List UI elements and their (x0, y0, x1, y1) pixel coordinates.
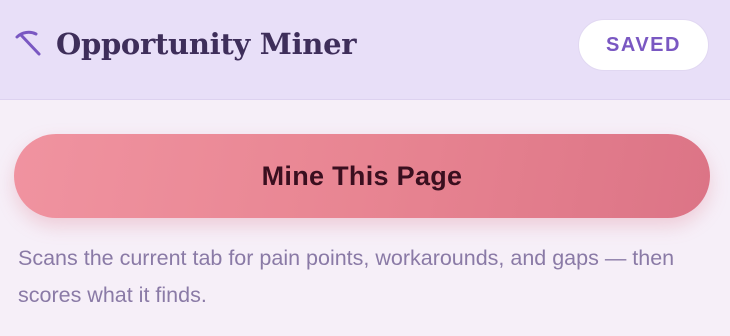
feature-description: Scans the current tab for pain points, w… (18, 246, 675, 307)
app-header: Opportunity Miner SAVED (0, 0, 730, 100)
saved-status-badge: SAVED (578, 19, 709, 71)
mine-this-page-button[interactable]: Mine This Page (14, 134, 710, 218)
pickaxe-icon (15, 30, 41, 56)
app-title: Opportunity Miner (56, 27, 357, 61)
